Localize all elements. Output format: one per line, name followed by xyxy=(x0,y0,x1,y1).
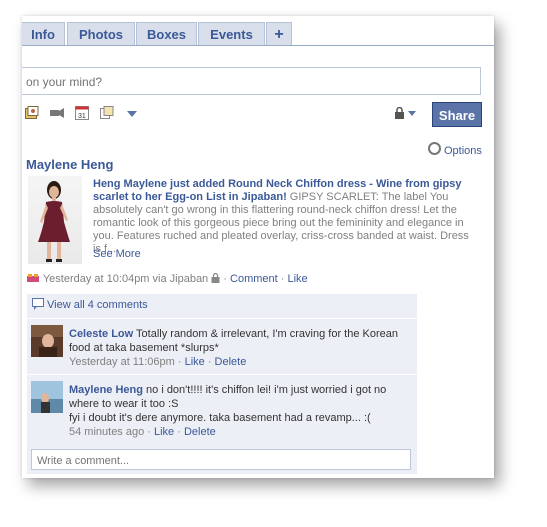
post-story: Heng Maylene just added Round Neck Chiff… xyxy=(93,178,475,256)
jipaban-app-icon xyxy=(27,274,39,282)
privacy-dropdown[interactable] xyxy=(394,106,418,122)
tab-boxes[interactable]: Boxes xyxy=(136,22,197,46)
view-all-comments[interactable]: View all 4 comments xyxy=(27,294,417,317)
comment-item: Maylene Heng no i don't!!!! it's chiffon… xyxy=(27,374,417,443)
comment-like-link[interactable]: Like xyxy=(185,356,205,368)
magnifier-icon xyxy=(428,142,441,155)
photo-icon[interactable] xyxy=(25,106,39,122)
lock-icon xyxy=(395,106,416,119)
options-link[interactable]: Options xyxy=(428,141,482,157)
post-author[interactable]: Maylene Heng xyxy=(26,157,113,172)
comment-like-link[interactable]: Like xyxy=(154,426,174,438)
comment-timestamp: Yesterday at 11:06pm xyxy=(69,356,175,368)
tab-divider xyxy=(22,45,494,46)
comment-item: Celeste Low Totally random & irrelevant,… xyxy=(27,318,417,374)
video-icon[interactable] xyxy=(49,106,64,122)
like-link[interactable]: Like xyxy=(288,273,308,285)
tab-events[interactable]: Events xyxy=(198,22,265,46)
tab-photos[interactable]: Photos xyxy=(67,22,135,46)
comment-timestamp: 54 minutes ago xyxy=(69,426,145,438)
dress-thumbnail[interactable] xyxy=(28,176,82,264)
profile-tab-bar: Info Photos Boxes Events + xyxy=(22,16,494,46)
commenter-name[interactable]: Maylene Heng xyxy=(69,384,143,396)
write-comment-input[interactable] xyxy=(35,451,409,471)
comment-link[interactable]: Comment xyxy=(230,273,278,285)
commenter-name[interactable]: Celeste Low xyxy=(69,328,133,340)
comment-bubble-icon xyxy=(32,298,44,310)
see-more-link[interactable]: See More xyxy=(93,248,141,260)
comment-delete-link[interactable]: Delete xyxy=(215,356,247,368)
commenter-avatar[interactable] xyxy=(31,381,63,413)
tab-info[interactable]: Info xyxy=(22,22,65,46)
comment-body: Maylene Heng no i don't!!!! it's chiffon… xyxy=(69,384,387,438)
link-icon[interactable] xyxy=(100,106,114,122)
more-attachments-dropdown-icon[interactable] xyxy=(126,109,138,125)
status-input[interactable] xyxy=(24,69,468,95)
view-all-comments-label[interactable]: View all 4 comments xyxy=(47,299,148,311)
post-timestamp: Yesterday at 10:04pm via Jipaban xyxy=(42,273,209,285)
options-label[interactable]: Options xyxy=(444,145,482,157)
commenter-avatar[interactable] xyxy=(31,325,63,357)
lock-icon xyxy=(211,272,220,283)
comment-delete-link[interactable]: Delete xyxy=(184,426,216,438)
post-meta: Yesterday at 10:04pm via Jipaban · Comme… xyxy=(26,272,308,285)
status-composer[interactable] xyxy=(22,67,481,95)
event-icon[interactable]: 31 xyxy=(75,106,89,122)
comment-text-line2: fyi i doubt it's dere anymore. taka base… xyxy=(69,412,371,424)
comment-body: Celeste Low Totally random & irrelevant,… xyxy=(69,328,398,368)
facebook-profile-panel: Info Photos Boxes Events + 31 Share Opti… xyxy=(22,16,494,478)
add-tab-button[interactable]: + xyxy=(266,22,292,46)
svg-text:31: 31 xyxy=(78,113,86,120)
share-button[interactable]: Share xyxy=(432,102,482,127)
write-comment-box[interactable] xyxy=(31,449,411,471)
